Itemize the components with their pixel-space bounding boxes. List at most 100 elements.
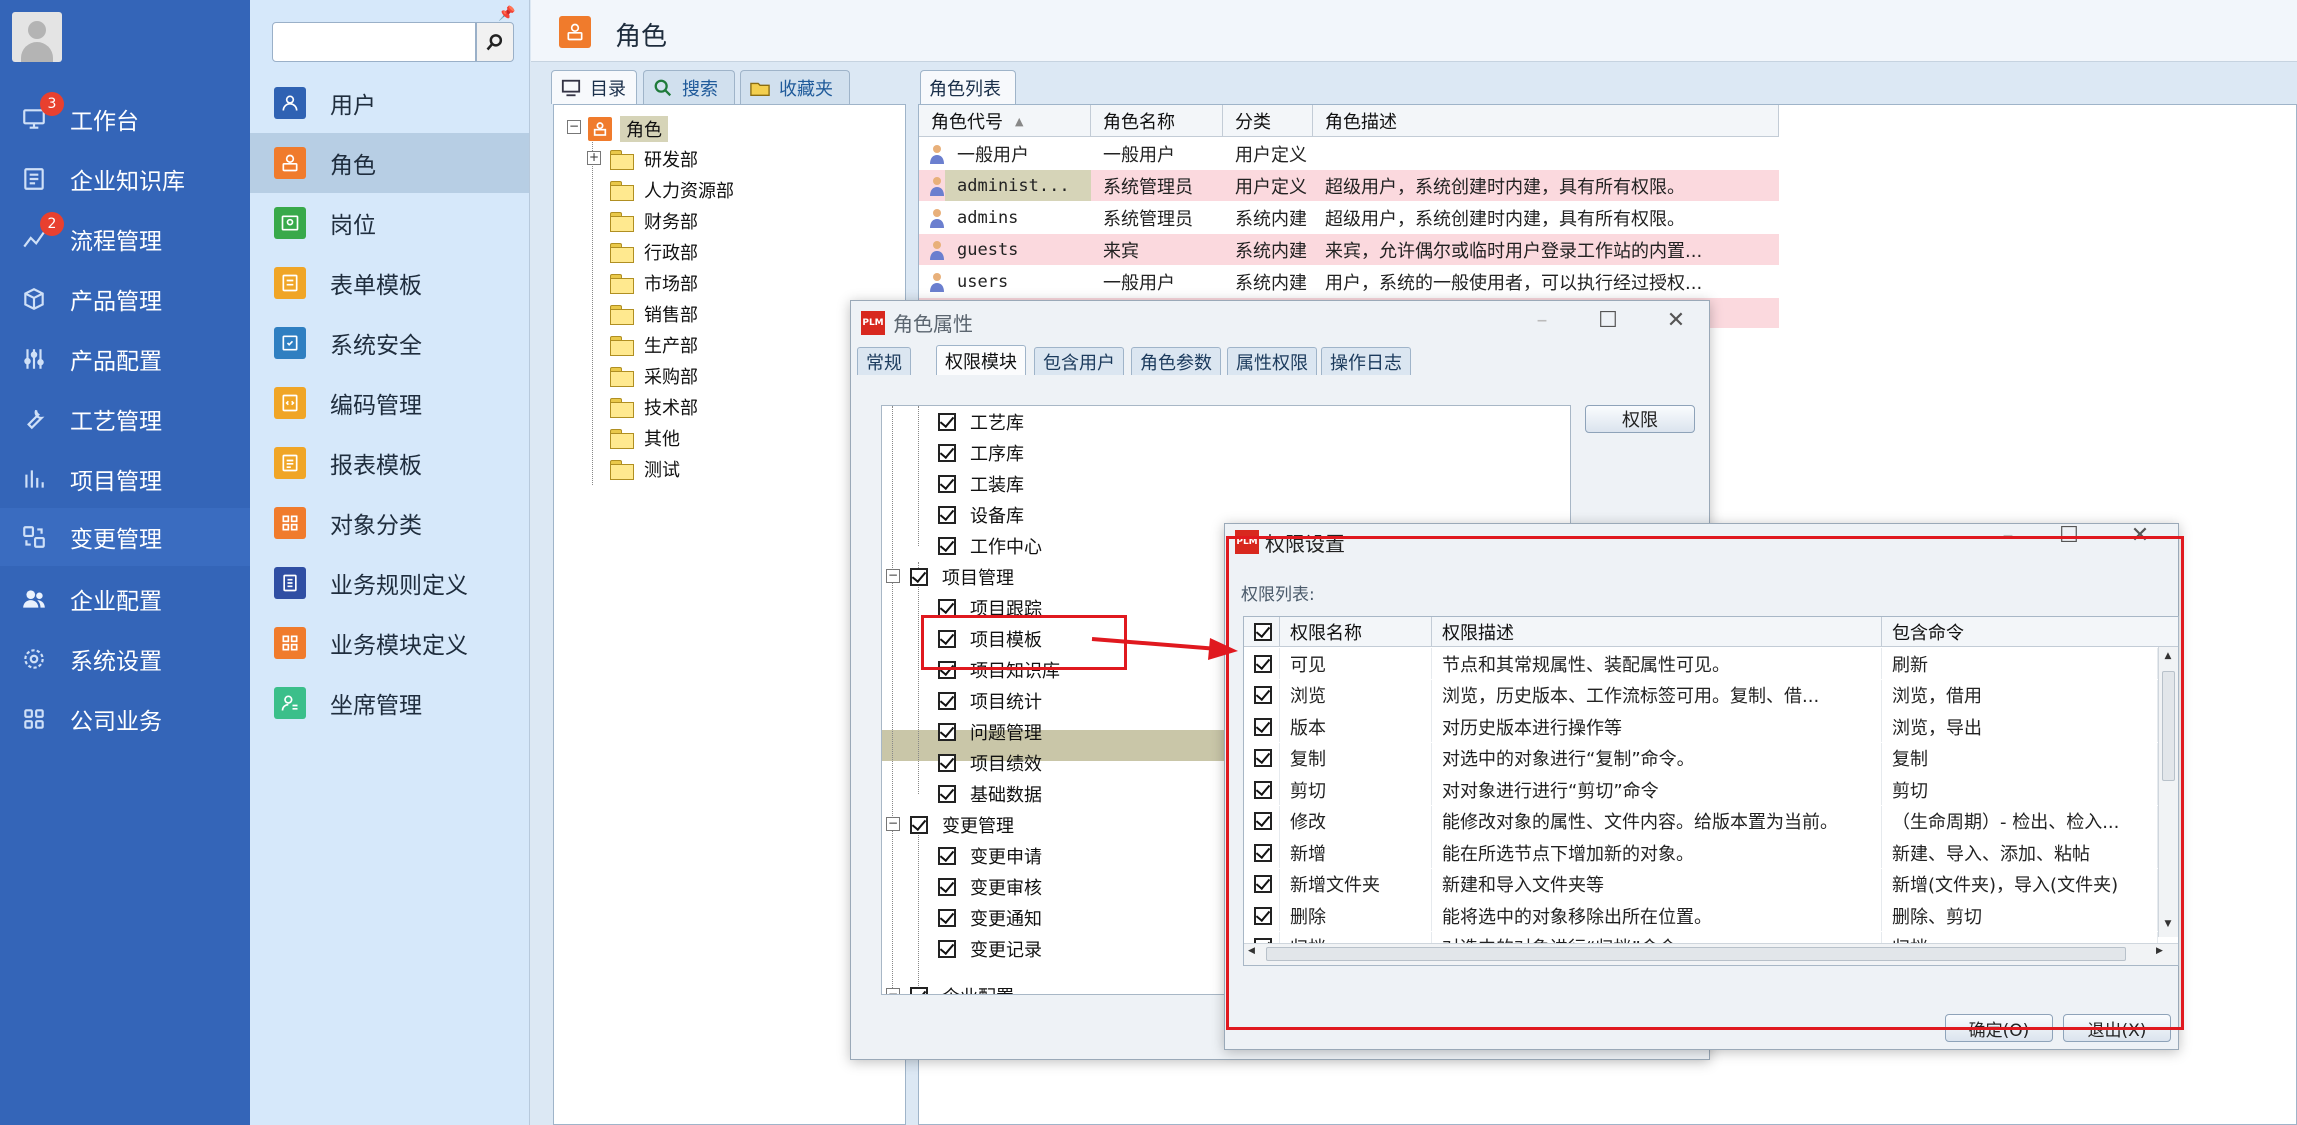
checkbox[interactable] <box>938 939 956 958</box>
collapse-toggle[interactable]: − <box>886 569 900 583</box>
tree-node-production[interactable]: 生产部 <box>610 330 698 360</box>
pin-icon[interactable]: 📌 <box>498 6 515 22</box>
rights-button[interactable]: 权限 <box>1585 405 1695 433</box>
avatar[interactable] <box>12 12 62 62</box>
permission-node[interactable]: 工作中心 <box>938 530 1042 561</box>
search-button[interactable] <box>476 22 514 62</box>
search-input[interactable] <box>272 22 476 62</box>
nav-item-workbench[interactable]: 3 工作台 <box>0 90 250 148</box>
permission-node[interactable]: 问题管理 <box>938 716 1042 747</box>
sub-item-positions[interactable]: 岗位 <box>250 193 529 253</box>
column-header-desc[interactable]: 角色描述 <box>1313 105 1779 137</box>
collapse-toggle[interactable]: − <box>886 988 900 994</box>
nav-item-products[interactable]: 产品管理 <box>0 270 250 328</box>
tab-search[interactable]: 搜索 <box>643 70 735 104</box>
column-header-code[interactable]: 角色代号 ▲ <box>919 105 1091 137</box>
checkbox[interactable] <box>938 443 956 462</box>
table-row[interactable]: guests 来宾 系统内建 来宾，允许偶尔或临时用户登录工作站的内置... <box>919 234 1779 265</box>
tab-included-users[interactable]: 包含用户 <box>1034 347 1124 375</box>
sub-item-seat-management[interactable]: 坐席管理 <box>250 673 529 733</box>
tree-node-purchasing[interactable]: 采购部 <box>610 361 698 391</box>
tab-favorites[interactable]: 收藏夹 <box>740 70 850 104</box>
nav-item-product-config[interactable]: 产品配置 <box>0 330 250 388</box>
checkbox[interactable] <box>938 505 956 524</box>
tab-operation-log[interactable]: 操作日志 <box>1321 347 1411 375</box>
nav-item-projects[interactable]: 项目管理 <box>0 450 250 508</box>
permission-group[interactable]: 企业配置 <box>910 980 1014 994</box>
maximize-icon[interactable]: ☐ <box>1597 310 1619 333</box>
checkbox[interactable] <box>938 784 956 803</box>
permission-group[interactable]: 变更管理 <box>910 809 1014 840</box>
checkbox[interactable] <box>910 567 928 586</box>
table-row[interactable]: 一般用户 一般用户 用户定义 <box>919 138 1779 169</box>
tree-node-test[interactable]: 测试 <box>610 454 680 484</box>
table-row[interactable]: users 一般用户 系统内建 用户，系统的一般使用者，可以执行经过授权... <box>919 266 1779 297</box>
sub-item-object-classification[interactable]: 对象分类 <box>250 493 529 553</box>
close-icon[interactable]: ✕ <box>1665 310 1687 333</box>
checkbox[interactable] <box>938 412 956 431</box>
nav-item-company-business[interactable]: 公司业务 <box>0 690 250 748</box>
permission-node[interactable]: 工装库 <box>938 468 1024 499</box>
tree-node-technology[interactable]: 技术部 <box>610 392 698 422</box>
sub-item-roles[interactable]: 角色 <box>250 133 529 193</box>
expand-toggle[interactable]: + <box>587 151 601 165</box>
role-icon <box>588 117 612 141</box>
checkbox[interactable] <box>910 815 928 834</box>
tab-permission-modules[interactable]: 权限模块 <box>936 345 1026 375</box>
tab-role-params[interactable]: 角色参数 <box>1131 347 1221 375</box>
checkbox[interactable] <box>938 846 956 865</box>
permission-node[interactable]: 项目统计 <box>938 685 1042 716</box>
nav-item-system-settings[interactable]: 系统设置 <box>0 630 250 688</box>
collapse-toggle[interactable]: − <box>886 817 900 831</box>
permission-node[interactable]: 变更通知 <box>938 902 1042 933</box>
tab-general[interactable]: 常规 <box>857 347 911 375</box>
sub-item-users[interactable]: 用户 <box>250 73 529 133</box>
tree-node-hr[interactable]: 人力资源部 <box>610 175 734 205</box>
tab-directory[interactable]: 目录 <box>551 70 637 104</box>
checkbox[interactable] <box>938 877 956 896</box>
tree-root-roles[interactable]: 角色 <box>588 114 668 144</box>
sub-item-business-rules[interactable]: 业务规则定义 <box>250 553 529 613</box>
permission-group[interactable]: 项目管理 <box>910 561 1014 592</box>
checkbox[interactable] <box>938 474 956 493</box>
permission-node[interactable]: 变更记录 <box>938 933 1042 964</box>
tree-node-finance[interactable]: 财务部 <box>610 206 698 236</box>
column-header-category[interactable]: 分类 <box>1223 105 1313 137</box>
nav-item-process[interactable]: 工艺管理 <box>0 390 250 448</box>
checkbox[interactable] <box>938 722 956 741</box>
tree-node-admin[interactable]: 行政部 <box>610 237 698 267</box>
checkbox[interactable] <box>910 986 928 994</box>
checkbox[interactable] <box>938 908 956 927</box>
checkbox[interactable] <box>938 536 956 555</box>
nav-item-enterprise-config[interactable]: 企业配置 <box>0 570 250 628</box>
nav-item-workflow[interactable]: 2 流程管理 <box>0 210 250 268</box>
table-row[interactable]: administ... 系统管理员 用户定义 超级用户，系统创建时内建，具有所有… <box>919 170 1779 201</box>
permission-node[interactable]: 变更审核 <box>938 871 1042 902</box>
permission-node[interactable]: 工序库 <box>938 437 1024 468</box>
nav-item-change-management[interactable]: 变更管理 <box>0 508 250 566</box>
sub-item-system-security[interactable]: 系统安全 <box>250 313 529 373</box>
permission-node[interactable]: 基础数据 <box>938 778 1042 809</box>
sub-item-form-templates[interactable]: 表单模板 <box>250 253 529 313</box>
permission-node[interactable]: 项目绩效 <box>938 747 1042 778</box>
tree-node-sales[interactable]: 销售部 <box>610 299 698 329</box>
checkbox[interactable] <box>938 753 956 772</box>
table-row[interactable]: admins 系统管理员 系统内建 超级用户，系统创建时内建，具有所有权限。 <box>919 202 1779 233</box>
tree-node-marketing[interactable]: 市场部 <box>610 268 698 298</box>
permission-node[interactable]: 设备库 <box>938 499 1024 530</box>
column-header-name[interactable]: 角色名称 <box>1091 105 1223 137</box>
sub-item-business-modules[interactable]: 业务模块定义 <box>250 613 529 673</box>
nav-item-knowledge-base[interactable]: 企业知识库 <box>0 150 250 208</box>
tab-attribute-permissions[interactable]: 属性权限 <box>1227 347 1317 375</box>
tree-node-other[interactable]: 其他 <box>610 423 680 453</box>
collapse-toggle[interactable]: − <box>567 120 581 134</box>
tree-node-rnd[interactable]: 研发部 <box>610 144 698 174</box>
checkbox[interactable] <box>938 691 956 710</box>
tab-role-list[interactable]: 角色列表 <box>920 70 1016 104</box>
sub-item-report-templates[interactable]: 报表模板 <box>250 433 529 493</box>
sub-item-code-management[interactable]: 编码管理 <box>250 373 529 433</box>
permission-node[interactable]: 变更申请 <box>938 840 1042 871</box>
checkbox[interactable] <box>938 598 956 617</box>
permission-node[interactable]: 工艺库 <box>938 406 1024 437</box>
minimize-icon[interactable]: – <box>1531 310 1553 333</box>
